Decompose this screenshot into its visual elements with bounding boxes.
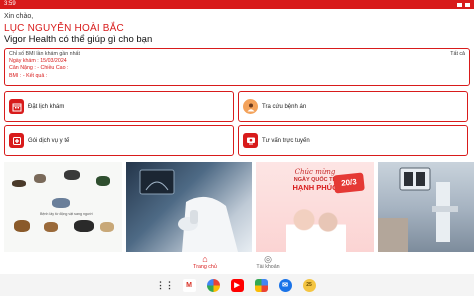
wifi-icon [457, 2, 462, 7]
medical-package-button[interactable]: Gói dịch vụ y tế [4, 125, 234, 156]
mammography-illustration [378, 167, 458, 252]
animal-illustration [74, 220, 94, 232]
calendar-icon [9, 99, 24, 114]
feature-label: Đặt lịch khám [28, 103, 65, 110]
animal-illustration [52, 198, 70, 208]
animal-illustration [14, 220, 30, 232]
banner-date-badge: 20/3 [333, 172, 365, 194]
banner-ultrasound[interactable] [126, 162, 252, 252]
online-consultation-button[interactable]: Tư vấn trực tuyến [238, 125, 468, 156]
animal-illustration [44, 222, 58, 232]
account-icon: ◎ [264, 254, 272, 264]
status-time: 3:59 [4, 1, 16, 7]
weight-height: Cân Nặng : - Chiều Cao : [9, 65, 69, 72]
banner-zoonosis[interactable]: Bệnh lây từ động vật sang người [4, 162, 122, 252]
youtube-icon[interactable]: ▶ [230, 278, 244, 292]
patient-record-icon [243, 99, 258, 114]
ultrasound-illustration [139, 169, 238, 252]
animal-illustration [64, 170, 80, 180]
greeting-hello: Xin chào, [4, 13, 34, 20]
greeting-tagline: Vigor Health có thể giúp gì cho bạn [4, 34, 153, 45]
app-icon[interactable]: 25 [302, 278, 316, 292]
bmi-card-title: Chỉ số BMI lần khám gần nhất [9, 51, 80, 57]
banner-caption: Bệnh lây từ động vật sang người [40, 212, 93, 216]
family-illustration [286, 206, 346, 252]
nav-home[interactable]: ⌂ Trang chủ [180, 254, 230, 270]
online-consult-icon [243, 133, 258, 148]
feature-label: Gói dịch vụ y tế [28, 137, 70, 144]
messages-icon[interactable]: ✉ [278, 278, 292, 292]
status-icons [457, 0, 470, 9]
nav-account[interactable]: ◎ Tài khoản [243, 254, 293, 270]
nav-label: Trang chủ [193, 264, 217, 270]
status-bar: 3:59 [0, 0, 474, 9]
gmail-icon[interactable]: M [182, 278, 196, 292]
medical-record-lookup-button[interactable]: Tra cứu bệnh án [238, 91, 468, 122]
see-all-link[interactable]: Tất cả [450, 51, 465, 57]
banner-mammography[interactable] [378, 162, 474, 252]
book-appointment-button[interactable]: Đặt lịch khám [4, 91, 234, 122]
user-name: LỤC NGUYỄN HOÀI BẮC [4, 23, 124, 34]
nav-label: Tài khoản [256, 264, 280, 270]
banner-carousel[interactable]: Bệnh lây từ động vật sang người Chúc mừn… [4, 162, 474, 252]
animal-illustration [100, 222, 114, 232]
animal-illustration [96, 176, 110, 186]
animal-illustration [34, 174, 46, 183]
photos-icon[interactable] [254, 278, 268, 292]
feature-label: Tư vấn trực tuyến [262, 137, 310, 144]
exam-date: Ngày khám : 15/03/2024 [9, 58, 67, 65]
bmi-result: BMI : - Kết quả : [9, 72, 48, 79]
medical-package-icon [9, 133, 24, 148]
battery-icon [465, 2, 470, 7]
banner-happiness-day[interactable]: Chúc mừng NGÀY QUỐC TẾ HẠNH PHÚC 20/3 [256, 162, 374, 252]
chrome-icon[interactable] [206, 278, 220, 292]
bottom-navigation: ⌂ Trang chủ ◎ Tài khoản [0, 252, 474, 274]
system-taskbar: ⋮⋮ M ▶ ✉ 25 [0, 274, 474, 296]
feature-label: Tra cứu bệnh án [262, 103, 307, 110]
animal-illustration [12, 180, 26, 187]
app-drawer-icon[interactable]: ⋮⋮ [156, 279, 174, 292]
bmi-card[interactable]: Chỉ số BMI lần khám gần nhất Tất cả Ngày… [4, 48, 470, 86]
home-icon: ⌂ [202, 254, 208, 264]
